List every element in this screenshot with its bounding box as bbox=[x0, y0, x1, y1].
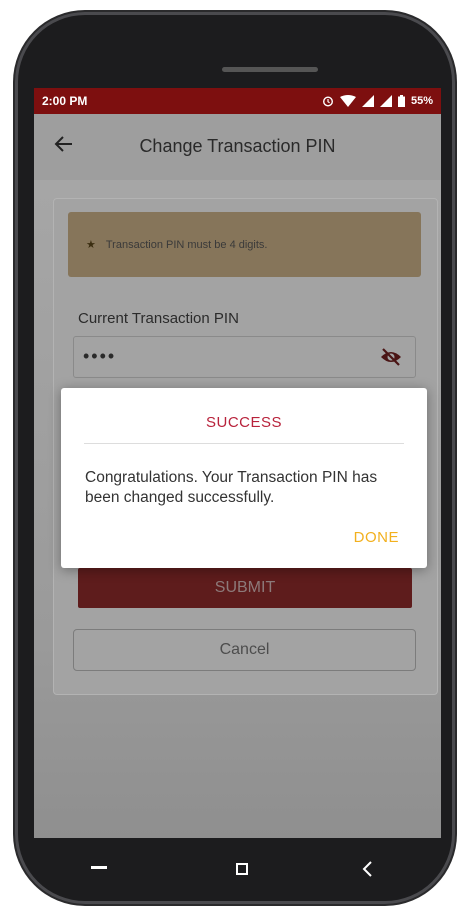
success-dialog: SUCCESS Congratulations. Your Transactio… bbox=[61, 388, 427, 568]
dialog-message: Congratulations. Your Transaction PIN ha… bbox=[85, 469, 378, 506]
nav-chevron-left-icon[interactable] bbox=[360, 860, 376, 878]
navigation-bar bbox=[34, 838, 441, 898]
alarm-icon bbox=[322, 96, 333, 107]
submit-button[interactable]: SUBMIT bbox=[78, 568, 412, 608]
page-title: Change Transaction PIN bbox=[139, 136, 336, 156]
dialog-title: SUCCESS bbox=[205, 414, 283, 431]
current-pin-label: Current Transaction PIN bbox=[78, 310, 239, 327]
screen: 2:00 PM 55% Change Transaction PIN ★ Tra… bbox=[34, 88, 441, 838]
notice-text: Transaction PIN must be 4 digits. bbox=[105, 238, 268, 251]
signal-icon bbox=[379, 95, 392, 107]
signal-icon bbox=[361, 95, 374, 107]
dialog-divider bbox=[84, 443, 404, 444]
cancel-button[interactable]: Cancel bbox=[73, 629, 416, 671]
status-bar: 2:00 PM 55% bbox=[34, 88, 441, 114]
speaker-grille bbox=[222, 67, 318, 72]
battery-percent: 55% bbox=[410, 95, 433, 107]
eye-off-icon[interactable] bbox=[380, 347, 402, 367]
status-time: 2:00 PM bbox=[42, 94, 88, 108]
wifi-icon bbox=[339, 95, 356, 107]
current-pin-input[interactable]: •••• bbox=[73, 336, 416, 378]
app-bar: Change Transaction PIN bbox=[34, 114, 441, 180]
nav-home-button[interactable] bbox=[236, 863, 248, 875]
done-button[interactable]: DONE bbox=[354, 529, 399, 546]
status-icons: 55% bbox=[322, 95, 433, 107]
current-pin-value: •••• bbox=[83, 346, 117, 366]
battery-icon bbox=[397, 95, 405, 107]
pin-notice: ★ Transaction PIN must be 4 digits. bbox=[68, 212, 421, 277]
nav-back-button[interactable] bbox=[91, 866, 107, 869]
star-icon: ★ bbox=[86, 239, 96, 251]
